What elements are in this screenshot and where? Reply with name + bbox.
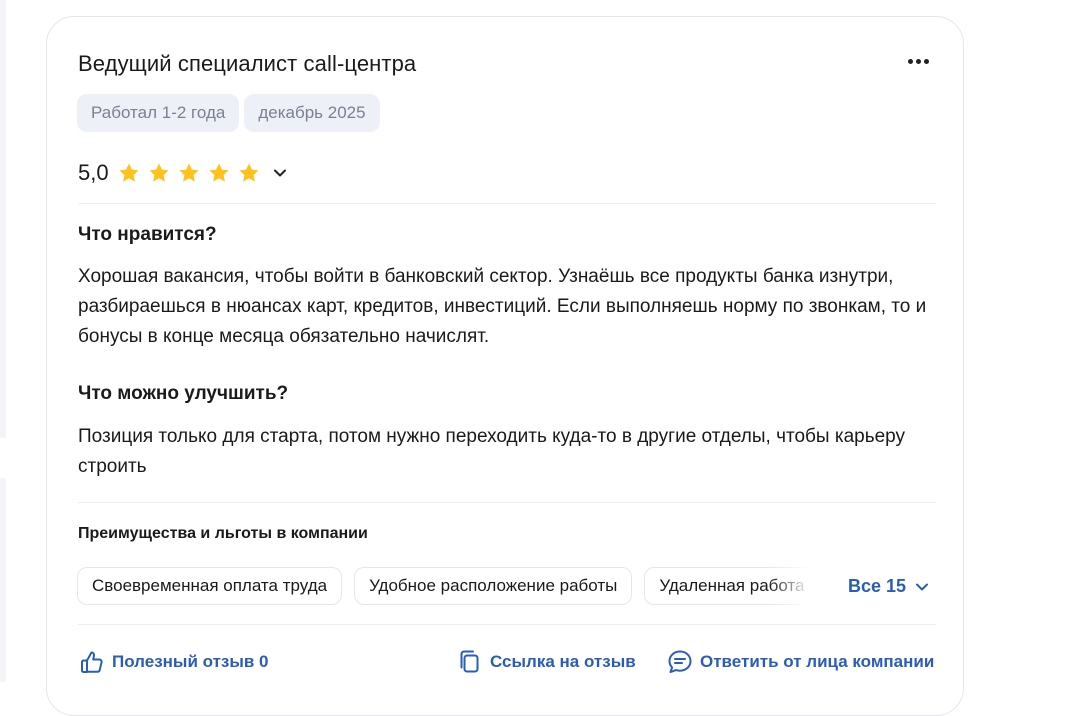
star-icon	[179, 163, 199, 182]
likes-text: Хорошая вакансия, чтобы войти в банковск…	[78, 266, 927, 347]
star-icon	[149, 163, 169, 182]
divider	[78, 624, 936, 625]
chips-fade	[770, 567, 810, 607]
more-options-button[interactable]	[900, 50, 936, 72]
chevron-down-icon[interactable]	[271, 164, 289, 182]
star-icon	[209, 163, 229, 182]
more-icon	[915, 58, 921, 64]
left-panel-edge	[0, 0, 6, 682]
divider	[78, 203, 936, 204]
rating-row: 5,0	[78, 160, 289, 186]
tag-date: декабрь 2025	[244, 94, 380, 132]
more-icon	[923, 58, 929, 64]
thumbs-up-icon	[81, 651, 103, 673]
review-link-label: Ссылка на отзыв	[490, 652, 636, 671]
benefits-chips: Своевременная оплата труда Удобное распо…	[77, 567, 809, 607]
star-icon	[239, 163, 259, 182]
helpful-review-button[interactable]: Полезный отзыв 0	[78, 648, 269, 676]
benefits-heading: Преимущества и льготы в компании	[78, 525, 368, 542]
reply-label: Ответить от лица компании	[700, 652, 935, 671]
rating-value: 5,0	[78, 160, 109, 185]
tag-experience: Работал 1-2 года	[77, 94, 240, 132]
copy-link-icon	[460, 650, 479, 673]
benefit-chip[interactable]: Своевременная оплата труда	[77, 567, 343, 605]
chat-reply-icon	[668, 650, 692, 673]
star-icon	[119, 163, 139, 182]
review-link-button[interactable]: Ссылка на отзыв	[456, 648, 636, 676]
chevron-down-icon	[916, 583, 929, 590]
show-all-benefits-button[interactable]: Все 15	[848, 576, 930, 597]
likes-heading: Что нравится?	[78, 224, 217, 245]
reply-as-company-button[interactable]: Ответить от лица компании	[666, 648, 934, 676]
show-all-label: Все 15	[848, 576, 907, 596]
improve-heading: Что можно улучшить?	[78, 383, 289, 404]
more-icon	[907, 58, 913, 64]
review-title: Ведущий специалист call-центра	[78, 51, 417, 76]
benefit-chip[interactable]: Удобное расположение работы	[354, 567, 633, 605]
divider	[78, 502, 936, 503]
helpful-label: Полезный отзыв 0	[112, 652, 269, 671]
improve-text: Позиция только для старта, потом нужно п…	[78, 426, 906, 477]
review-tags: Работал 1-2 года декабрь 2025	[77, 94, 380, 132]
